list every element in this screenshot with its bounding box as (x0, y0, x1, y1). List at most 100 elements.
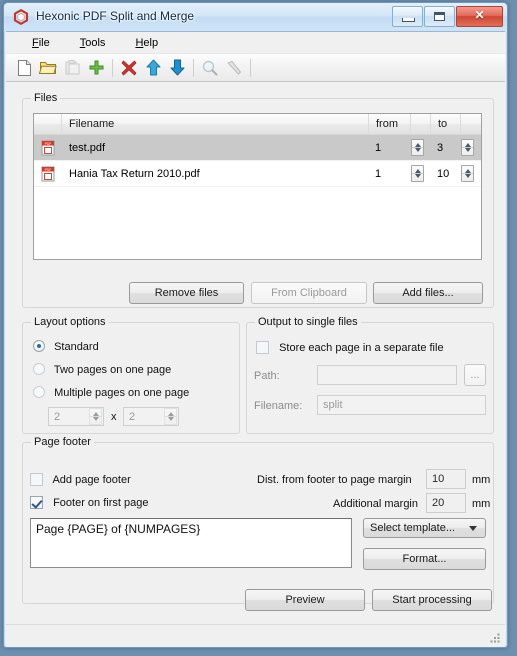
menu-bar: File Tools Help (6, 32, 505, 53)
radio-standard[interactable]: Standard (33, 340, 99, 355)
delete-x-icon (121, 60, 137, 75)
table-row[interactable]: PDF Hania Tax Return 2010.pdf 1 10 (34, 161, 481, 187)
file-from-spinner[interactable] (411, 135, 431, 160)
menu-tools-rest: ools (85, 36, 106, 49)
filename-label: Filename: (254, 400, 303, 412)
menu-file-accel: F (32, 36, 39, 49)
tools-hammer-icon (227, 60, 241, 74)
preview-magnifier-icon (202, 60, 218, 75)
resize-grip-icon[interactable] (489, 632, 501, 644)
page-footer-group-title: Page footer (31, 436, 94, 448)
menu-file[interactable]: File (22, 34, 60, 52)
window-controls: ✕ (391, 6, 503, 27)
dist-from-footer-input[interactable]: 10 (426, 469, 466, 489)
column-header-to[interactable]: to (431, 114, 461, 134)
radio-two-pages-indicator[interactable] (33, 363, 45, 375)
radio-multiple-pages-label: Multiple pages on one page (54, 387, 190, 399)
pdf-file-icon: PDF (41, 166, 55, 181)
filename-value: split (323, 399, 343, 411)
grid-separator: x (111, 411, 117, 423)
menu-help-rest: elp (143, 36, 159, 49)
move-down-icon (170, 59, 184, 76)
files-group-title: Files (31, 92, 61, 104)
path-input (317, 365, 457, 385)
application-window: Hexonic PDF Split and Merge ✕ File Tools… (3, 2, 508, 648)
column-header-from[interactable]: from (369, 114, 411, 134)
grid-cols-input: 2 (123, 407, 179, 426)
move-down-button[interactable] (165, 56, 189, 80)
open-file-button[interactable] (36, 56, 60, 80)
remove-files-button[interactable]: Remove files (129, 282, 244, 304)
filename-input: split (317, 395, 486, 415)
select-template-label: Select template... (370, 522, 455, 534)
dist-unit-label: mm (472, 474, 491, 486)
footer-template-textarea[interactable]: Page {PAGE} of {NUMPAGES} (30, 518, 352, 568)
window-title: Hexonic PDF Split and Merge (36, 9, 195, 23)
radio-multiple-pages-indicator[interactable] (33, 386, 45, 398)
new-document-button[interactable] (12, 56, 36, 80)
open-folder-icon (38, 62, 57, 74)
add-page-footer-checkbox[interactable]: Add page footer (30, 473, 131, 489)
select-template-dropdown[interactable]: Select template... (363, 518, 486, 538)
minimize-button[interactable] (392, 6, 423, 27)
from-clipboard-button: From Clipboard (251, 282, 367, 304)
add-page-footer-indicator[interactable] (30, 473, 43, 486)
radio-two-pages[interactable]: Two pages on one page (33, 363, 171, 378)
file-name-cell: test.pdf (69, 141, 106, 154)
format-button[interactable]: Format... (363, 548, 486, 570)
toolbar-separator-1 (112, 58, 113, 77)
footer-on-first-page-checkbox[interactable]: Footer on first page (30, 496, 148, 512)
status-bar (6, 624, 505, 647)
additional-unit-label: mm (472, 498, 491, 510)
column-header-from-spin (411, 114, 431, 134)
file-from-value[interactable]: 1 (369, 161, 411, 186)
dist-from-footer-label: Dist. from footer to page margin (257, 474, 412, 486)
move-up-icon (146, 59, 160, 76)
start-processing-button[interactable]: Start processing (372, 589, 492, 611)
add-files-button[interactable] (84, 56, 108, 80)
to-spin-buttons[interactable] (461, 165, 474, 182)
file-to-value[interactable]: 3 (431, 135, 461, 160)
radio-standard-label: Standard (54, 341, 99, 353)
store-each-page-checkbox[interactable]: Store each page in a separate file (256, 341, 444, 357)
browse-path-button: ... (464, 364, 486, 386)
preview-action-button[interactable]: Preview (245, 589, 365, 611)
maximize-button[interactable] (424, 6, 455, 27)
from-spin-buttons[interactable] (411, 165, 424, 182)
from-spin-buttons[interactable] (411, 139, 424, 156)
move-up-button[interactable] (141, 56, 165, 80)
additional-margin-input[interactable]: 20 (426, 493, 466, 513)
file-to-value[interactable]: 10 (431, 161, 461, 186)
file-from-spinner[interactable] (411, 161, 431, 186)
file-to-spinner[interactable] (461, 135, 481, 160)
close-button[interactable]: ✕ (456, 6, 503, 27)
file-to-spinner[interactable] (461, 161, 481, 186)
column-header-to-spin (461, 114, 481, 134)
delete-file-button[interactable] (117, 56, 141, 80)
title-bar[interactable]: Hexonic PDF Split and Merge ✕ (4, 3, 507, 31)
files-list[interactable]: Filename from to PDF test.pdf 1 3 PDF Ha… (33, 113, 482, 260)
to-spin-buttons[interactable] (461, 139, 474, 156)
store-each-page-indicator[interactable] (256, 341, 269, 354)
radio-standard-indicator[interactable] (33, 340, 45, 352)
paste-from-clipboard-button (60, 56, 84, 80)
toolbar-separator-3 (250, 58, 251, 77)
footer-on-first-page-label: Footer on first page (53, 497, 149, 509)
file-icon-cell: PDF (34, 135, 62, 160)
table-row[interactable]: PDF test.pdf 1 3 (34, 135, 481, 161)
pdf-file-icon: PDF (41, 140, 55, 155)
menu-tools[interactable]: Tools (70, 34, 116, 52)
menu-help[interactable]: Help (125, 34, 168, 52)
footer-on-first-page-indicator[interactable] (30, 496, 43, 509)
grid-cols-value: 2 (129, 410, 136, 423)
radio-two-pages-label: Two pages on one page (53, 364, 172, 376)
hexagon-logo-icon (13, 8, 29, 26)
chevron-down-icon (469, 526, 477, 531)
toolbar-separator-2 (193, 58, 194, 77)
additional-margin-value: 20 (432, 497, 445, 509)
column-header-filename[interactable]: Filename (62, 114, 369, 134)
radio-multiple-pages[interactable]: Multiple pages on one page (33, 386, 189, 401)
additional-margin-label: Additional margin (333, 498, 418, 510)
add-files-button-main[interactable]: Add files... (373, 282, 483, 304)
file-from-value[interactable]: 1 (369, 135, 411, 160)
